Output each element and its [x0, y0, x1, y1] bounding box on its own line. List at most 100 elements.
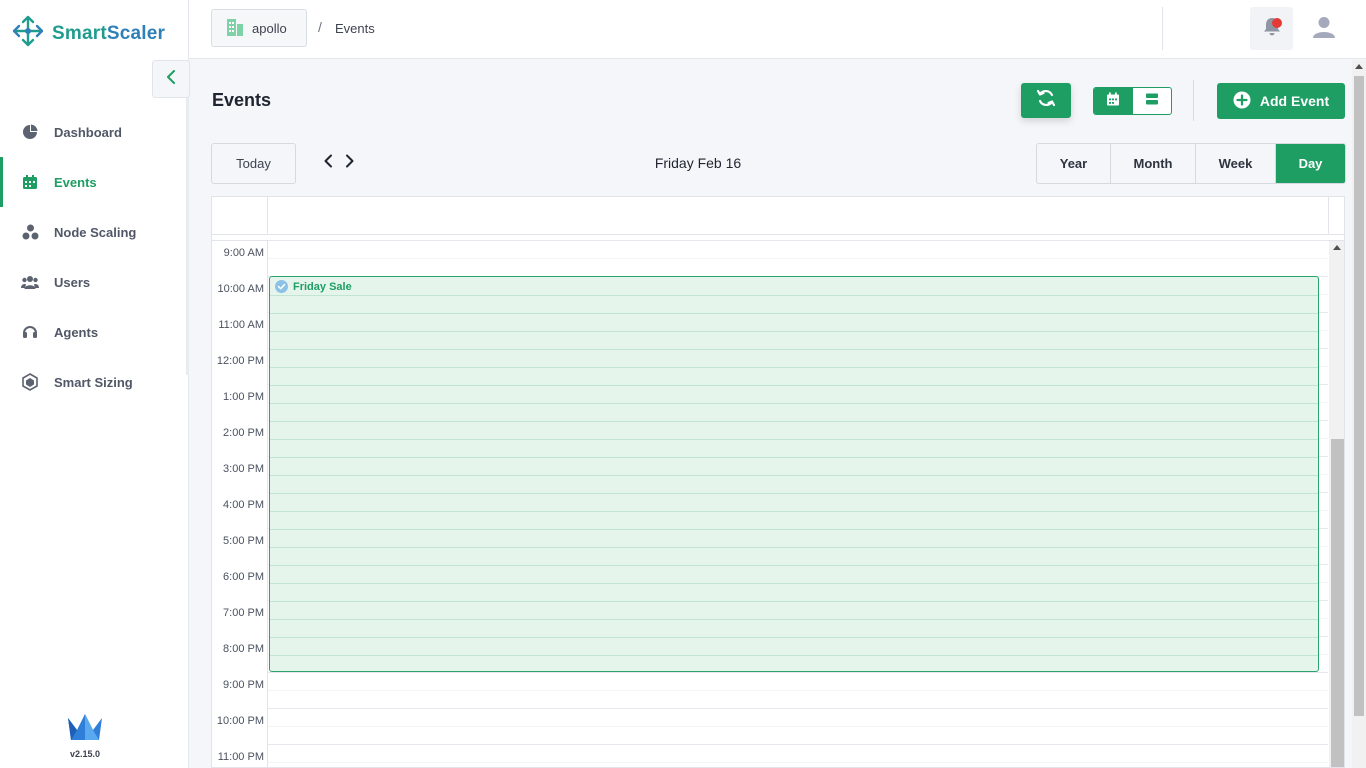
- chevron-left-icon: [323, 154, 333, 173]
- sidebar-nav: Dashboard Events Node Scaling Users Agen…: [0, 107, 189, 407]
- sidebar-item-smart-sizing[interactable]: Smart Sizing: [0, 357, 189, 407]
- add-event-button[interactable]: Add Event: [1217, 83, 1345, 119]
- list-view-button[interactable]: [1133, 88, 1172, 114]
- time-label: 1:00 PM: [223, 391, 264, 403]
- event-slot-line: [270, 655, 1318, 656]
- event-slot-line: [270, 421, 1318, 422]
- event-slot-line: [270, 565, 1318, 566]
- plus-circle-icon: [1233, 91, 1251, 112]
- tenant-selector[interactable]: apollo: [211, 9, 307, 47]
- calendar-event[interactable]: Friday Sale: [269, 276, 1319, 672]
- building-icon: [226, 17, 244, 40]
- event-title: Friday Sale: [275, 280, 352, 293]
- range-week-button[interactable]: Week: [1196, 144, 1276, 183]
- hour-line: [268, 744, 1328, 745]
- logo[interactable]: SmartScaler: [12, 14, 165, 53]
- event-slot-line: [270, 493, 1318, 494]
- range-day-button[interactable]: Day: [1276, 144, 1345, 183]
- event-slot-line: [270, 583, 1318, 584]
- time-label: 4:00 PM: [223, 499, 264, 511]
- tenant-name: apollo: [252, 20, 287, 36]
- check-circle-icon: [275, 280, 288, 293]
- hour-line: [268, 240, 1328, 241]
- sidebar-item-dashboard[interactable]: Dashboard: [0, 107, 189, 157]
- sidebar-item-label: Agents: [54, 324, 99, 340]
- day-calendar: 9:00 AM 10:00 AM 11:00 AM 12:00 PM 1:00 PM 2:…: [211, 196, 1345, 768]
- calendar-view-button[interactable]: [1094, 88, 1133, 114]
- time-label: 2:00 PM: [223, 427, 264, 439]
- event-slot-line: [270, 547, 1318, 548]
- scroll-up-arrow-icon[interactable]: [1333, 245, 1341, 250]
- event-title-text: Friday Sale: [293, 280, 352, 293]
- refresh-button[interactable]: [1021, 83, 1071, 118]
- time-label: 12:00 PM: [216, 355, 264, 367]
- calendar-scroll-thumb[interactable]: [1331, 439, 1344, 767]
- app-version: v2.15.0: [69, 749, 101, 759]
- add-event-label: Add Event: [1259, 93, 1330, 109]
- page-scrollbar[interactable]: [1352, 60, 1366, 768]
- breadcrumb-current: Events: [335, 21, 375, 36]
- headset-icon: [21, 323, 39, 341]
- topbar: apollo / Events: [189, 0, 1366, 59]
- sidebar-item-users[interactable]: Users: [0, 257, 189, 307]
- pie-chart-icon: [21, 123, 39, 141]
- calendar-body: 9:00 AM 10:00 AM 11:00 AM 12:00 PM 1:00 PM 2:…: [212, 240, 1344, 767]
- sidebar-item-label: Events: [54, 174, 97, 190]
- sidebar-item-label: Dashboard: [54, 124, 122, 140]
- today-button[interactable]: Today: [211, 143, 296, 184]
- time-label: 10:00 AM: [217, 283, 264, 295]
- page-scroll-thumb[interactable]: [1354, 76, 1364, 716]
- sidebar-item-events[interactable]: Events: [0, 157, 189, 207]
- chevron-right-icon: [345, 154, 355, 173]
- sidebar: SmartScaler Dashboard Events Node Scalin…: [0, 0, 189, 768]
- logo-text-scaler: Scaler: [106, 22, 166, 44]
- range-month-button[interactable]: Month: [1111, 144, 1196, 183]
- hour-line: [268, 708, 1328, 709]
- range-year-button[interactable]: Year: [1037, 144, 1111, 183]
- previous-day-button[interactable]: [319, 154, 337, 172]
- time-label: 11:00 PM: [217, 751, 264, 763]
- hour-line: [268, 672, 1328, 673]
- time-label: 9:00 AM: [223, 247, 264, 259]
- calendar-header-gutter: [212, 197, 268, 235]
- event-slot-line: [270, 331, 1318, 332]
- sidebar-item-label: Users: [54, 274, 91, 290]
- time-label: 7:00 PM: [223, 607, 264, 619]
- half-hour-line: [268, 726, 1328, 727]
- calendar-header: [212, 197, 1344, 235]
- event-slot-line: [270, 295, 1318, 296]
- refresh-icon: [1036, 88, 1056, 113]
- notification-dot: [1272, 18, 1282, 28]
- event-slot-line: [270, 475, 1318, 476]
- breadcrumb-separator: /: [318, 19, 322, 35]
- next-day-button[interactable]: [341, 154, 359, 172]
- notifications-button[interactable]: [1250, 7, 1293, 50]
- calendar-header-divider: [1328, 197, 1329, 235]
- time-label: 11:00 AM: [218, 319, 264, 331]
- time-label: 8:00 PM: [223, 643, 264, 655]
- calendar-icon: [21, 173, 39, 191]
- time-label: 5:00 PM: [223, 535, 264, 547]
- time-column: 9:00 AM 10:00 AM 11:00 AM 12:00 PM 1:00 PM 2:…: [212, 241, 268, 767]
- event-slot-line: [270, 457, 1318, 458]
- user-icon: [1312, 15, 1336, 44]
- calendar-scrollbar[interactable]: [1329, 241, 1344, 767]
- sizing-icon: [21, 373, 39, 391]
- view-mode-toggle: [1093, 87, 1172, 115]
- user-avatar[interactable]: [1309, 14, 1339, 44]
- event-slot-line: [270, 439, 1318, 440]
- current-date-label: Friday Feb 16: [654, 155, 742, 171]
- sidebar-item-agents[interactable]: Agents: [0, 307, 189, 357]
- event-slot-line: [270, 511, 1318, 512]
- scroll-up-arrow-icon[interactable]: [1355, 64, 1363, 69]
- topbar-divider: [1162, 7, 1163, 50]
- sidebar-item-label: Node Scaling: [54, 224, 137, 240]
- logo-text-smart: Smart: [52, 22, 107, 44]
- users-icon: [21, 273, 39, 291]
- logo-text: SmartScaler: [52, 23, 165, 45]
- event-slot-line: [270, 601, 1318, 602]
- logo-icon: [12, 14, 44, 53]
- sidebar-collapse-button[interactable]: [152, 60, 190, 98]
- sidebar-item-node-scaling[interactable]: Node Scaling: [0, 207, 189, 257]
- time-label: 3:00 PM: [223, 463, 264, 475]
